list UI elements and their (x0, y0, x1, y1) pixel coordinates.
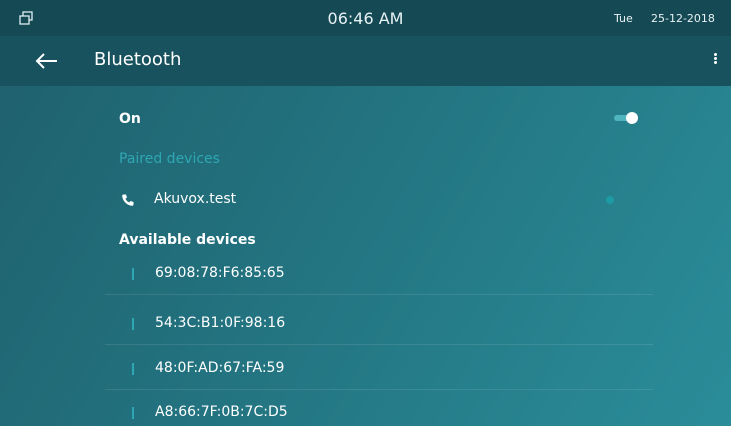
phone-icon (122, 194, 134, 206)
page-title: Bluetooth (94, 49, 182, 70)
back-arrow-icon[interactable] (34, 50, 60, 72)
paired-device-name: Akuvox.test (154, 191, 237, 207)
bluetooth-toggle[interactable] (614, 112, 638, 124)
available-device-item[interactable]: 54:3C:B1:0F:98:16 (105, 305, 653, 345)
available-device-item[interactable]: A8:66:7F:0B:7C:D5 (105, 394, 653, 426)
paired-device-item[interactable]: Akuvox.test (119, 190, 639, 212)
device-address: 69:08:78:F6:85:65 (155, 265, 285, 281)
device-address: 48:0F:AD:67:FA:59 (155, 360, 285, 376)
divider (105, 389, 653, 390)
available-devices-header: Available devices (119, 232, 256, 248)
divider (105, 294, 653, 295)
status-day: Tue (614, 12, 633, 25)
more-vert-icon[interactable] (710, 52, 720, 70)
bluetooth-settings-screen: 06:46 AM Tue 25-12-2018 Bluetooth On Pai… (0, 0, 731, 426)
device-address: 54:3C:B1:0F:98:16 (155, 315, 286, 331)
bluetooth-icon (132, 407, 134, 419)
available-device-item[interactable]: 48:0F:AD:67:FA:59 (105, 350, 653, 390)
status-date: 25-12-2018 (651, 12, 715, 25)
status-bar: 06:46 AM Tue 25-12-2018 (0, 0, 731, 36)
bluetooth-icon (132, 268, 134, 280)
available-device-item[interactable]: 69:08:78:F6:85:65 (105, 255, 653, 295)
divider (105, 344, 653, 345)
device-address: A8:66:7F:0B:7C:D5 (155, 404, 288, 420)
toggle-knob (626, 112, 638, 124)
paired-devices-header: Paired devices (119, 151, 220, 167)
title-bar: Bluetooth (0, 36, 731, 86)
connected-indicator (606, 196, 614, 204)
bluetooth-icon (132, 318, 134, 330)
bluetooth-on-label: On (119, 111, 141, 127)
bluetooth-icon (132, 363, 134, 375)
